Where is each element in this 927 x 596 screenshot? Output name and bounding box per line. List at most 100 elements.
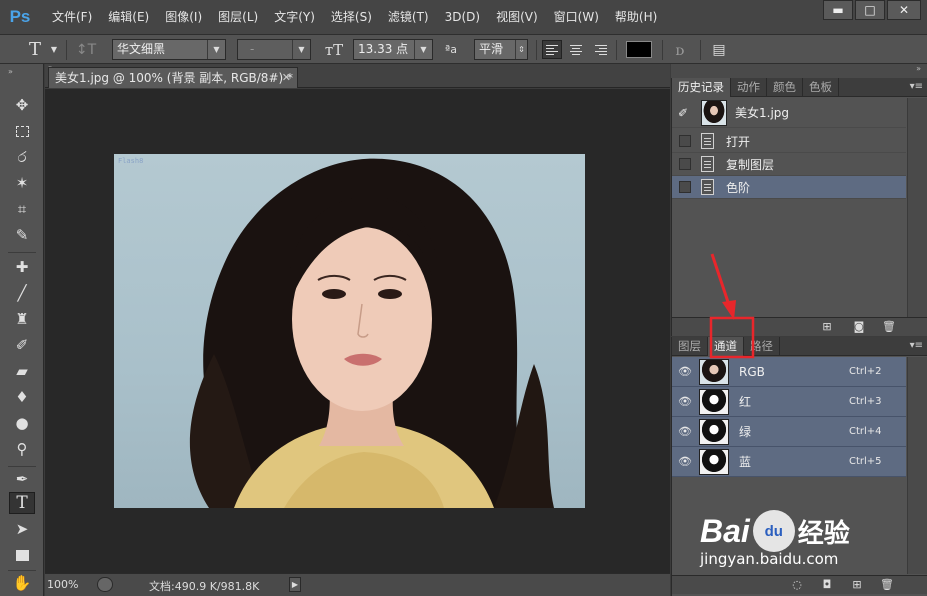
- history-state[interactable]: 复制图层: [672, 153, 906, 176]
- brush-tool-icon[interactable]: ╱: [9, 282, 35, 304]
- channel-name: 绿: [739, 425, 752, 439]
- collapse-icon[interactable]: »: [916, 64, 921, 73]
- menu-item[interactable]: 图层(L): [210, 0, 266, 34]
- font-style-select[interactable]: - ▼: [237, 39, 311, 60]
- save-selection-icon[interactable]: ◘: [820, 579, 834, 591]
- font-family-select[interactable]: 华文细黑 ▼: [112, 39, 226, 60]
- menu-item[interactable]: 滤镜(T): [380, 0, 437, 34]
- trash-icon[interactable]: 🗑: [882, 321, 896, 333]
- channel-row[interactable]: 👁 RGB Ctrl+2: [672, 357, 906, 387]
- eye-icon[interactable]: 👁: [677, 395, 693, 408]
- history-state[interactable]: 打开: [672, 130, 906, 153]
- menu-item[interactable]: 窗口(W): [546, 0, 607, 34]
- eraser-tool-icon[interactable]: ▰: [9, 360, 35, 382]
- minimize-button[interactable]: ▬: [823, 0, 853, 20]
- blur-tool-icon[interactable]: ●: [9, 412, 35, 434]
- history-state-label: 打开: [726, 134, 751, 149]
- maximize-button[interactable]: □: [855, 0, 885, 20]
- menu-item[interactable]: 图像(I): [157, 0, 210, 34]
- history-panel: 历史记录 动作 颜色 色板 ▾≡ ✐ 美女1.jpg ⊞ ◙ 🗑 打开复制图层色阶: [671, 78, 927, 336]
- history-state-label: 复制图层: [726, 157, 775, 172]
- eye-icon[interactable]: 👁: [677, 365, 693, 378]
- menu-item[interactable]: 文件(F): [44, 0, 100, 34]
- document-image[interactable]: Flash8: [114, 154, 585, 508]
- new-channel-icon[interactable]: ⊞: [850, 579, 864, 591]
- lasso-tool-icon[interactable]: ර: [9, 146, 35, 168]
- align-center-button[interactable]: [566, 40, 586, 59]
- channel-row[interactable]: 👁 蓝 Ctrl+5: [672, 447, 906, 477]
- menu-item[interactable]: 3D(D): [437, 0, 488, 34]
- camera-icon[interactable]: ◙: [852, 321, 866, 333]
- document-tab[interactable]: 美女1.jpg @ 100% (背景 副本, RGB/8#) * ✕: [48, 67, 298, 88]
- channels-scrollbar[interactable]: [907, 357, 927, 574]
- history-panel-tabs: 历史记录 动作 颜色 色板: [672, 78, 927, 97]
- dodge-tool-icon[interactable]: ⚲: [9, 438, 35, 460]
- marquee-tool-icon[interactable]: [9, 120, 35, 142]
- new-document-from-state-icon[interactable]: ⊞: [820, 321, 834, 333]
- channel-row[interactable]: 👁 红 Ctrl+3: [672, 387, 906, 417]
- close-button[interactable]: ✕: [887, 0, 921, 20]
- history-state[interactable]: 色阶: [672, 176, 906, 199]
- canvas-area[interactable]: Flash8: [45, 89, 670, 573]
- panel-collapse-bar[interactable]: »: [671, 64, 927, 78]
- channels-tab[interactable]: 图层: [672, 337, 708, 356]
- align-left-button[interactable]: [542, 40, 562, 59]
- play-arrow-icon[interactable]: ▶: [289, 577, 301, 592]
- type-tool-icon[interactable]: T: [9, 492, 35, 514]
- align-right-button[interactable]: [590, 40, 610, 59]
- history-scrollbar[interactable]: [907, 98, 927, 318]
- pen-tool-icon[interactable]: ✒: [9, 468, 35, 490]
- panel-menu-icon[interactable]: ▾≡: [910, 340, 923, 351]
- hand-tool-icon[interactable]: ✋: [9, 572, 35, 594]
- text-orientation-icon[interactable]: ↕T: [74, 39, 98, 60]
- magic-wand-icon[interactable]: ✶: [9, 172, 35, 194]
- menu-item[interactable]: 选择(S): [323, 0, 380, 34]
- chevron-down-icon[interactable]: ▼: [48, 39, 60, 60]
- document-icon: [701, 179, 714, 195]
- load-selection-icon[interactable]: ◌: [790, 579, 804, 591]
- eye-icon[interactable]: 👁: [677, 425, 693, 438]
- history-state-checkbox[interactable]: [679, 158, 691, 170]
- font-size-select[interactable]: 13.33 点 ▼: [353, 39, 433, 60]
- text-color-swatch[interactable]: [626, 41, 652, 58]
- history-tab[interactable]: 动作: [731, 78, 767, 97]
- menu-item[interactable]: 文字(Y): [266, 0, 323, 34]
- channel-thumbnail: [699, 448, 729, 475]
- channel-row[interactable]: 👁 绿 Ctrl+4: [672, 417, 906, 447]
- zoom-level[interactable]: 100%: [47, 578, 78, 591]
- history-snapshot[interactable]: ✐ 美女1.jpg: [672, 98, 906, 128]
- share-icon[interactable]: [97, 577, 113, 592]
- paint-bucket-icon[interactable]: ♦: [9, 386, 35, 408]
- history-brush-source-icon[interactable]: ✐: [678, 106, 698, 120]
- menu-item[interactable]: 编辑(E): [100, 0, 157, 34]
- close-tab-icon[interactable]: ✕: [282, 68, 291, 88]
- channel-name: 红: [739, 395, 752, 409]
- history-tab[interactable]: 历史记录: [672, 78, 731, 97]
- panel-menu-icon[interactable]: ▾≡: [910, 81, 923, 92]
- rectangle-tool-icon[interactable]: [9, 544, 35, 566]
- trash-icon[interactable]: 🗑: [880, 579, 894, 591]
- paw-icon: du: [752, 510, 795, 552]
- healing-brush-icon[interactable]: ✚: [9, 256, 35, 278]
- menu-item[interactable]: 视图(V): [488, 0, 546, 34]
- eyedropper-icon[interactable]: ✎: [9, 224, 35, 246]
- collapse-icon[interactable]: »: [8, 67, 13, 76]
- stamp-tool-icon[interactable]: ♜: [9, 308, 35, 330]
- history-state-checkbox[interactable]: [679, 135, 691, 147]
- history-tab[interactable]: 颜色: [767, 78, 803, 97]
- path-selection-icon[interactable]: ➤: [9, 518, 35, 540]
- move-tool-icon[interactable]: ✥: [9, 94, 35, 116]
- history-brush-icon[interactable]: ✐: [9, 334, 35, 356]
- history-state-checkbox[interactable]: [679, 181, 691, 193]
- antialias-select[interactable]: 平滑 ⇕: [474, 39, 528, 60]
- character-panel-icon[interactable]: ▤: [708, 39, 730, 60]
- type-tool-preset-icon[interactable]: T: [24, 39, 46, 60]
- menu-item[interactable]: 帮助(H): [607, 0, 665, 34]
- warp-text-icon[interactable]: ꭰ: [670, 39, 690, 60]
- channels-tab[interactable]: 路径: [744, 337, 780, 356]
- crop-tool-icon[interactable]: ⌗: [9, 198, 35, 220]
- history-tab[interactable]: 色板: [803, 78, 839, 97]
- image-watermark: Flash8: [118, 157, 144, 165]
- eye-icon[interactable]: 👁: [677, 455, 693, 468]
- channels-tab[interactable]: 通道: [708, 337, 744, 356]
